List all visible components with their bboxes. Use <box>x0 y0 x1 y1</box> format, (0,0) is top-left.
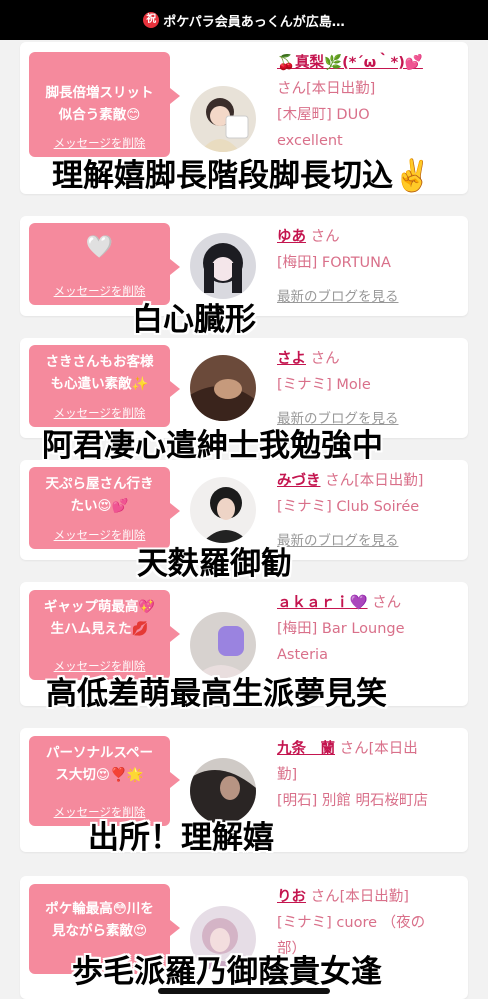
notification-title: ポケパラ会員あっくんが広島… <box>163 14 345 30</box>
cast-info: みづき さん[本日出勤] [ミナミ] Club Soirée 最新のブログを見る <box>277 468 460 554</box>
cast-status: さん <box>310 351 340 367</box>
avatar[interactable] <box>190 355 256 421</box>
cast-info: ａｋａｒｉ💜 さん [梅田] Bar Lounge Asteria <box>277 590 460 668</box>
cast-status: さん <box>372 595 402 611</box>
message-text: パーソナルスペー ス大切😍❣️🌟 <box>45 745 154 783</box>
cast-status: さん[本日出 <box>339 741 418 757</box>
notification-banner[interactable]: 祝 ポケパラ会員あっくんが広島… <box>0 0 488 40</box>
avatar[interactable] <box>190 86 256 152</box>
message-text: ギャップ萌最高💖 生ハム見えた💋 <box>43 599 156 637</box>
message-text: 天ぷら屋さん行き たい😍💕 <box>45 476 154 514</box>
white-heart-icon: 🤍 <box>85 235 114 260</box>
delete-message-link[interactable]: メッセージを削除 <box>29 135 170 151</box>
cast-info: ゆあ さん [梅田] FORTUNA 最新のブログを見る <box>277 224 460 310</box>
cast-shop[interactable]: [木屋町] DUO <box>277 102 460 128</box>
celebration-badge-icon: 祝 <box>143 12 160 28</box>
caption-overlay: 歩毛派羅乃御蔭貴女逢 <box>72 954 382 990</box>
cast-name-link[interactable]: ａｋａｒｉ💜 <box>277 595 368 611</box>
caption-overlay: 高低差萌最高生派夢見笑 <box>46 676 387 712</box>
delete-message-link[interactable]: メッセージを削除 <box>29 405 170 421</box>
avatar[interactable] <box>190 477 256 543</box>
cast-info: 🍒真梨🌿(*´ω｀*)💕 さん[本日出勤] [木屋町] DUO excellen… <box>277 50 460 154</box>
cast-name-link[interactable]: 🍒真梨🌿(*´ω｀*)💕 <box>277 55 423 71</box>
cast-name-link[interactable]: ゆあ <box>277 229 306 245</box>
latest-blog-link[interactable]: 最新のブログを見る <box>277 284 460 310</box>
message-bubble: ギャップ萌最高💖 生ハム見えた💋 メッセージを削除 <box>29 590 180 680</box>
cast-shop[interactable]: [梅田] Bar Lounge <box>277 616 460 642</box>
caption-overlay: 白心臓形 <box>132 302 256 338</box>
cast-status: さん[本日出勤] <box>277 81 376 97</box>
avatar[interactable] <box>190 233 256 299</box>
caption-overlay: 阿君凄心遣紳士我勉強中 <box>42 428 383 464</box>
cast-name-link[interactable]: さよ <box>277 351 306 367</box>
cast-shop[interactable]: [ミナミ] cuore （夜の <box>277 910 460 936</box>
cast-shop-cont: Asteria <box>277 647 328 663</box>
message-text: 脚長倍増スリット 似合う素敵😊 <box>45 85 154 123</box>
home-indicator[interactable] <box>158 988 330 994</box>
message-bubble: 天ぷら屋さん行き たい😍💕 メッセージを削除 <box>29 467 180 549</box>
cast-shop[interactable]: [ミナミ] Mole <box>277 372 460 398</box>
cast-name-link[interactable]: みづき <box>277 473 321 489</box>
message-bubble: 🤍 メッセージを削除 <box>29 223 180 305</box>
cast-info: 九条 蘭 さん[本日出 勤] [明石] 別館 明石桜町店 <box>277 736 460 814</box>
caption-overlay: 理解嬉脚長階段脚長切込✌️ <box>52 158 432 194</box>
message-bubble: さきさんもお客様 も心遣い素敵✨ メッセージを削除 <box>29 345 180 427</box>
message-text: さきさんもお客様 も心遣い素敵✨ <box>45 354 154 392</box>
cast-shop[interactable]: [梅田] FORTUNA <box>277 250 460 276</box>
message-bubble: 脚長倍増スリット 似合う素敵😊 メッセージを削除 <box>29 52 180 157</box>
caption-overlay: 出所！理解嬉 <box>88 820 274 856</box>
message-text: ポケ輪最高😳川を 見ながら素敵😍 <box>45 901 154 939</box>
cast-shop[interactable]: [ミナミ] Club Soirée <box>277 494 460 520</box>
cast-name-link[interactable]: りお <box>277 889 306 905</box>
cast-status: さん <box>310 229 340 245</box>
cast-shop[interactable]: [明石] 別館 明石桜町店 <box>277 788 460 814</box>
cast-name-link[interactable]: 九条 蘭 <box>277 741 335 757</box>
cast-status: さん[本日出勤] <box>325 473 424 489</box>
latest-blog-link[interactable]: 最新のブログを見る <box>277 528 460 554</box>
caption-overlay: 天麩羅御勧 <box>137 546 292 582</box>
cast-status: さん[本日出勤] <box>310 889 409 905</box>
cast-status-cont: 勤] <box>277 767 298 783</box>
